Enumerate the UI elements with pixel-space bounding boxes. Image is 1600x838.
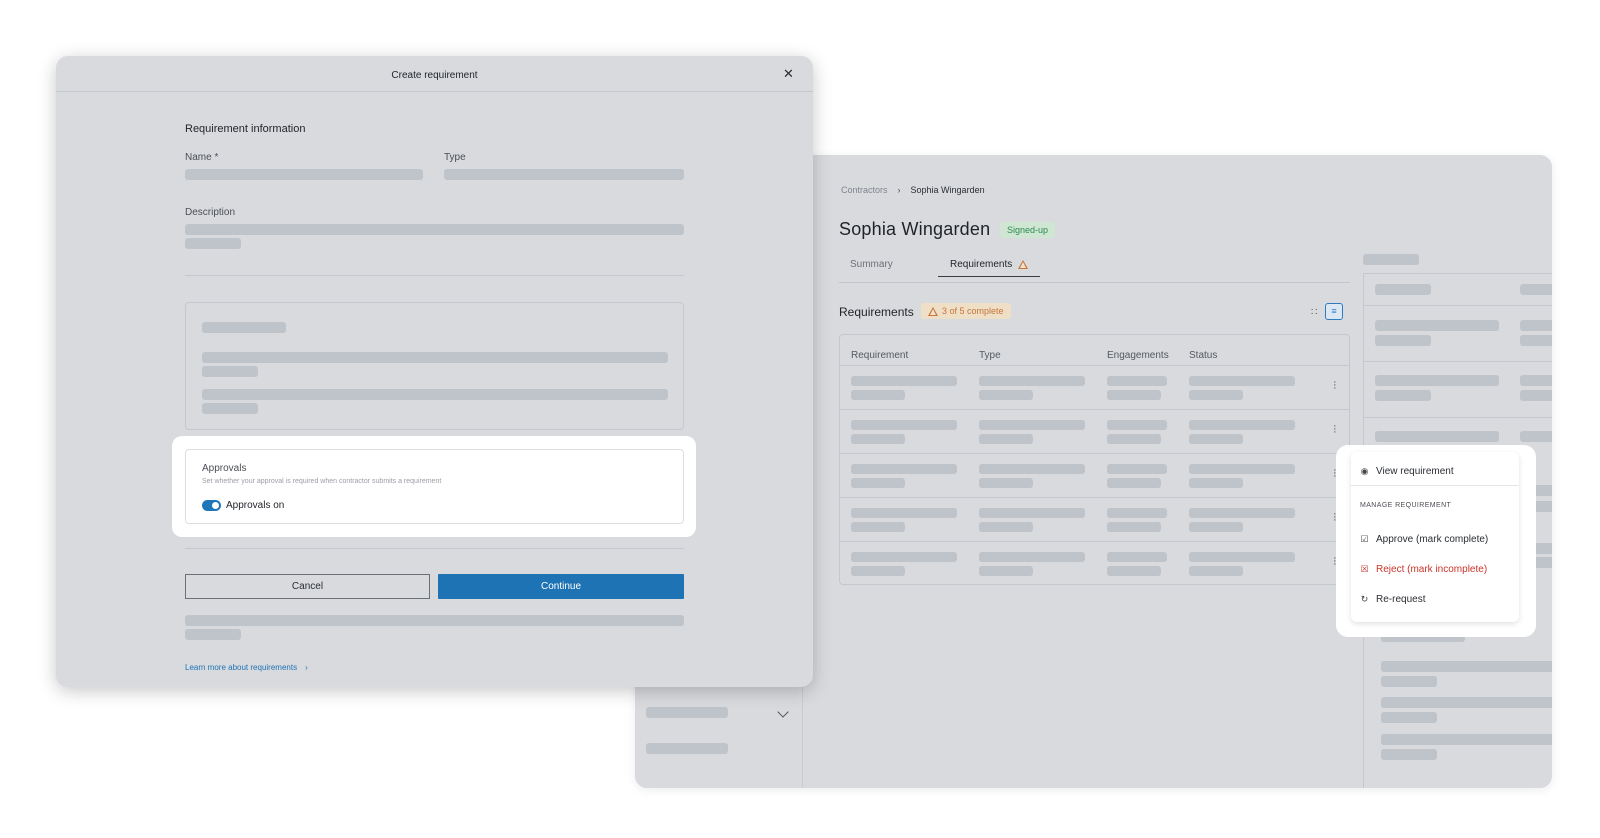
row-divider xyxy=(840,453,1349,454)
tab-requirements-label: Requirements xyxy=(950,259,1013,270)
progress-badge: 3 of 5 complete xyxy=(921,303,1011,319)
row-divider xyxy=(840,409,1349,410)
menu-item-label: View requirement xyxy=(1376,466,1454,477)
tab-summary[interactable]: Summary xyxy=(850,259,893,270)
sidebar-item-placeholder[interactable] xyxy=(646,707,728,718)
menu-section-header: MANAGE REQUIREMENT xyxy=(1360,502,1452,509)
menu-item-view-requirement[interactable]: ◉ View requirement xyxy=(1360,466,1454,477)
progress-badge-label: 3 of 5 complete xyxy=(942,306,1004,316)
warning-icon xyxy=(1018,259,1029,269)
cancel-button[interactable]: Cancel xyxy=(185,574,430,599)
approvals-toggle-label: Approvals on xyxy=(226,500,285,511)
section-title: Requirement information xyxy=(185,123,306,135)
description-field[interactable] xyxy=(185,224,684,235)
menu-divider xyxy=(1351,485,1519,486)
menu-item-label: Re-request xyxy=(1376,594,1426,605)
warning-icon xyxy=(928,306,938,316)
create-requirement-dialog: Create requirement ✕ Requirement informa… xyxy=(56,56,813,687)
menu-item-reject[interactable]: ☒ Reject (mark incomplete) xyxy=(1360,564,1487,575)
column-header-engagements[interactable]: Engagements xyxy=(1107,350,1169,361)
list-view-icon[interactable]: ≡ xyxy=(1325,303,1343,320)
more-options-icon[interactable]: · · · xyxy=(1333,421,1337,438)
breadcrumb-current: Sophia Wingarden xyxy=(910,185,985,195)
description-label: Description xyxy=(185,207,236,218)
sidebar-item-placeholder[interactable] xyxy=(646,743,728,754)
column-header-type[interactable]: Type xyxy=(979,350,1001,361)
dialog-title: Create requirement xyxy=(391,70,478,81)
breadcrumb: Contractors › Sophia Wingarden xyxy=(841,185,985,195)
name-label: Name * xyxy=(185,152,219,163)
type-label: Type xyxy=(444,152,466,163)
type-field[interactable] xyxy=(444,169,684,180)
eye-icon: ◉ xyxy=(1360,466,1369,476)
requirement-context-menu: ◉ View requirement MANAGE REQUIREMENT ☑ Ap… xyxy=(1351,452,1519,622)
grid-view-icon[interactable]: ∷ xyxy=(1311,307,1317,318)
chevron-right-icon: › xyxy=(305,663,308,672)
section-divider xyxy=(185,548,684,549)
approvals-subtitle: Set whether your approval is required wh… xyxy=(202,478,442,485)
tab-requirements[interactable]: Requirements xyxy=(938,259,1041,277)
learn-more-label: Learn more about requirements xyxy=(185,663,298,672)
approve-icon: ☑ xyxy=(1360,534,1369,544)
name-field[interactable] xyxy=(185,169,423,180)
requirements-table: Requirement Type Engagements Status · · · … xyxy=(839,334,1350,585)
footer-text-placeholder xyxy=(185,615,684,626)
page-title: Sophia Wingarden xyxy=(839,219,991,239)
column-header-status[interactable]: Status xyxy=(1189,350,1217,361)
approvals-card: Approvals Set whether your approval is r… xyxy=(185,449,684,524)
reject-icon: ☒ xyxy=(1360,564,1369,574)
details-panel xyxy=(185,302,684,430)
approvals-title: Approvals xyxy=(202,463,247,474)
menu-item-rerequest[interactable]: ↻ Re-request xyxy=(1360,594,1426,605)
row-divider xyxy=(840,497,1349,498)
status-badge: Signed-up xyxy=(1000,222,1056,238)
close-icon[interactable]: ✕ xyxy=(783,66,794,82)
breadcrumb-separator-icon: › xyxy=(897,185,901,195)
continue-button[interactable]: Continue xyxy=(438,574,684,599)
row-divider xyxy=(840,541,1349,542)
description-field-line xyxy=(185,238,241,249)
learn-more-link[interactable]: Learn more about requirements › xyxy=(185,663,308,672)
chevron-down-icon[interactable] xyxy=(777,706,789,718)
more-options-icon[interactable]: · · · xyxy=(1333,377,1337,394)
menu-item-label: Approve (mark complete) xyxy=(1376,534,1489,545)
row-divider xyxy=(840,365,1349,366)
requirements-heading: Requirements xyxy=(839,305,914,319)
breadcrumb-contractors[interactable]: Contractors xyxy=(841,185,888,195)
footer-text-placeholder xyxy=(185,629,241,640)
approvals-toggle[interactable] xyxy=(202,500,221,511)
refresh-icon: ↻ xyxy=(1360,594,1369,604)
dialog-header: Create requirement ✕ xyxy=(56,56,813,92)
column-header-requirement[interactable]: Requirement xyxy=(851,350,908,361)
menu-item-approve[interactable]: ☑ Approve (mark complete) xyxy=(1360,534,1488,545)
section-divider xyxy=(185,275,684,276)
tabs-divider xyxy=(839,282,1350,283)
menu-item-label: Reject (mark incomplete) xyxy=(1376,564,1488,575)
